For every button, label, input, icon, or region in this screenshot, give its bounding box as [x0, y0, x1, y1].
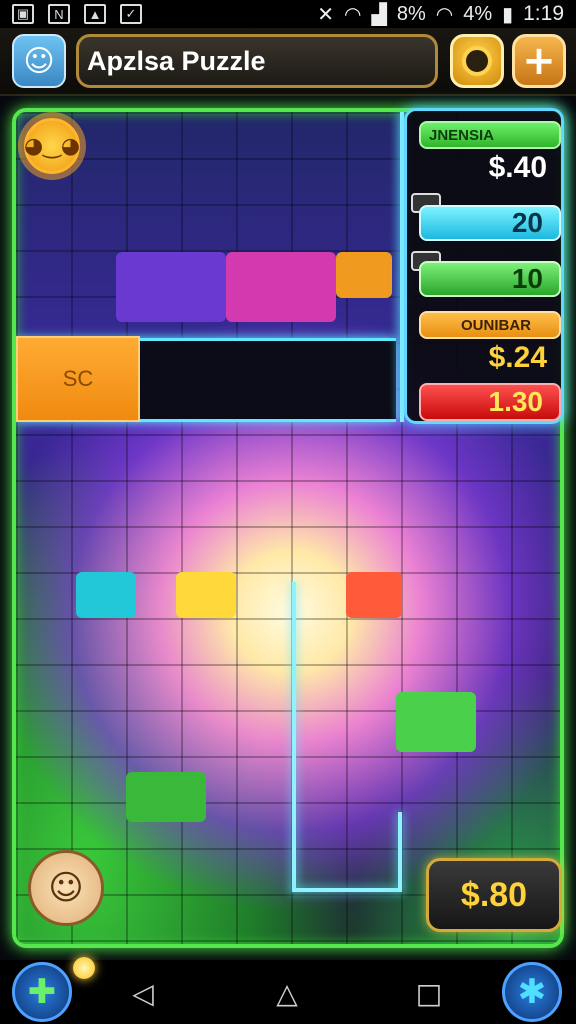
- panel-header-1: JNENSIA: [419, 121, 561, 149]
- puzzle-piece[interactable]: [76, 572, 136, 618]
- status-bar: ▣ N ▲ ✓ ✕ ◠ ▟ 8% ◠ 4% ▮ 1:19: [0, 0, 576, 28]
- selected-puzzle-piece[interactable]: SC: [16, 336, 140, 422]
- leaf-icon: ✚: [27, 972, 57, 1012]
- hint-button[interactable]: ✚: [12, 957, 95, 1022]
- home-button[interactable]: △: [264, 970, 310, 1016]
- puzzle-piece[interactable]: [226, 252, 336, 322]
- back-button[interactable]: ◁: [120, 970, 166, 1016]
- mountain-notification-icon: ▲: [84, 4, 106, 24]
- puzzle-piece[interactable]: [396, 692, 476, 752]
- status-right: ✕ ◠ ▟ 8% ◠ 4% ▮ 1:19: [317, 2, 564, 27]
- score-button[interactable]: $.80: [426, 858, 562, 932]
- notification-icons: ▣ N ▲ ✓: [12, 4, 142, 24]
- settings-button[interactable]: [450, 34, 504, 88]
- panel-value-1: $.40: [488, 151, 547, 184]
- puzzle-piece[interactable]: [346, 572, 402, 618]
- wifi-icon-2: ◠: [435, 3, 454, 26]
- score-panel: JNENSIA $.40 20 10 OUNIBAR $.24 1.30: [404, 108, 564, 424]
- character-face-icon[interactable]: ☺: [28, 850, 104, 926]
- red-counter: 1.30: [419, 383, 561, 421]
- puzzle-piece[interactable]: [116, 252, 226, 322]
- battery-text: 4%: [463, 2, 493, 25]
- image-notification-icon: ▣: [12, 4, 34, 24]
- puzzle-piece[interactable]: [176, 572, 236, 618]
- signal-text: 8%: [396, 2, 426, 25]
- puzzle-piece[interactable]: [126, 772, 206, 822]
- neon-guide-line: [292, 582, 296, 892]
- clock: 1:19: [523, 2, 564, 25]
- neon-guide-line: [292, 888, 402, 892]
- home-icon: △: [276, 976, 298, 1010]
- navigation-bar: ✚ ◁ △ □ ✱: [0, 957, 576, 1024]
- recents-button[interactable]: □: [406, 970, 452, 1016]
- back-icon: ◁: [132, 976, 154, 1010]
- check-notification-icon: ✓: [120, 4, 142, 24]
- sun-icon[interactable]: ◕‿◕: [24, 118, 80, 174]
- mute-icon: ✕: [317, 3, 334, 26]
- panel-header-2: OUNIBAR: [419, 311, 561, 339]
- neon-guide-line: [398, 812, 402, 892]
- n-notification-icon: N: [48, 4, 70, 24]
- title-bar: Apzlsa Puzzle: [76, 34, 438, 88]
- game-title: Apzlsa Puzzle: [87, 45, 266, 76]
- add-button[interactable]: +: [512, 34, 566, 88]
- panel-value-2: $.24: [488, 341, 547, 374]
- cyan-counter: 20: [419, 205, 561, 241]
- gear-icon: [462, 46, 492, 76]
- score-label: $.80: [460, 875, 528, 914]
- wifi-icon: ◠: [344, 3, 362, 26]
- battery-icon: ▮: [502, 3, 514, 26]
- piece-label: SC: [62, 366, 94, 391]
- snowflake-icon: ✱: [517, 972, 547, 1012]
- game-header: ☺ Apzlsa Puzzle +: [0, 28, 576, 96]
- recents-icon: □: [415, 976, 443, 1010]
- green-counter: 10: [419, 261, 561, 297]
- snowflake-button[interactable]: ✱: [502, 962, 562, 1022]
- puzzle-piece[interactable]: [336, 252, 392, 298]
- app-avatar-icon[interactable]: ☺: [12, 34, 66, 88]
- plus-icon: +: [522, 38, 556, 84]
- lightbulb-icon: [73, 957, 95, 979]
- signal-icon: ▟: [371, 3, 387, 26]
